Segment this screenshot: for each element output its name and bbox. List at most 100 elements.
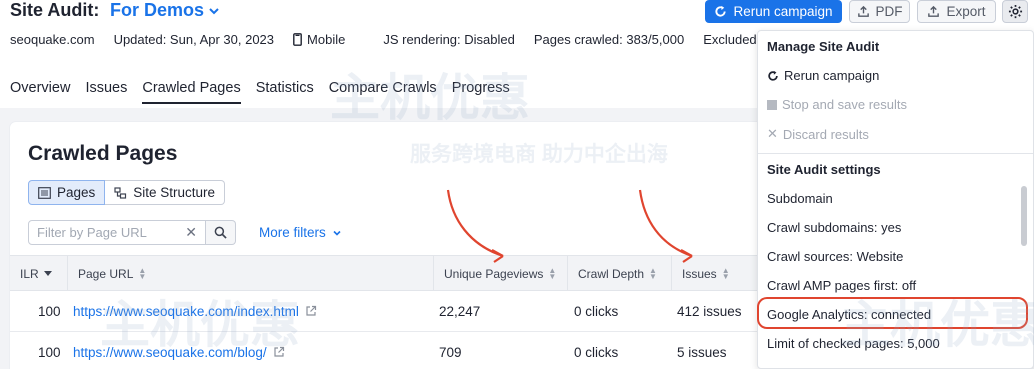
project-selector[interactable]: For Demos bbox=[110, 0, 220, 21]
meta-updated: Updated: Sun, Apr 30, 2023 bbox=[113, 32, 275, 47]
search-icon bbox=[214, 226, 227, 239]
view-toggle: Pages Site Structure bbox=[28, 180, 226, 205]
settings-button[interactable] bbox=[1002, 0, 1028, 23]
meta-domain: seoquake.com bbox=[10, 32, 95, 47]
column-depth-label: Crawl Depth bbox=[578, 266, 645, 281]
sort-icon: ▲ ▼ bbox=[548, 265, 557, 281]
meta-device-label: Mobile bbox=[307, 32, 346, 47]
pdf-label: PDF bbox=[875, 4, 903, 19]
column-issues[interactable]: Issues ▲ ▼ bbox=[671, 256, 770, 291]
close-icon: ✕ bbox=[767, 126, 778, 141]
panel-title: Crawled Pages bbox=[28, 142, 178, 165]
gear-icon bbox=[1008, 4, 1022, 19]
depth-cell: 0 clicks bbox=[574, 344, 619, 360]
tab-crawled-pages[interactable]: Crawled Pages bbox=[142, 80, 241, 104]
tab-compare-crawls[interactable]: Compare Crawls bbox=[329, 80, 437, 104]
menu-rerun-label: Rerun campaign bbox=[784, 68, 880, 83]
site-structure-button[interactable]: Site Structure bbox=[105, 180, 226, 205]
issues-cell[interactable]: 412 issues bbox=[667, 291, 742, 331]
rerun-label: Rerun campaign bbox=[733, 4, 833, 19]
meta-excluded[interactable]: Excluded bbox=[703, 32, 756, 47]
rerun-campaign-button[interactable]: Rerun campaign bbox=[705, 0, 842, 23]
more-filters-label: More filters bbox=[259, 225, 326, 240]
tab-progress[interactable]: Progress bbox=[452, 80, 510, 104]
external-link-icon[interactable] bbox=[305, 305, 317, 317]
meta-js: JS rendering: Disabled bbox=[383, 32, 515, 47]
pages-view-button[interactable]: Pages bbox=[28, 180, 106, 205]
menu-stop-label: Stop and save results bbox=[782, 97, 908, 112]
sort-icon: ▲ ▼ bbox=[721, 265, 730, 281]
column-ilr-label: ILR bbox=[20, 266, 39, 281]
ilr-cell: 100 bbox=[38, 303, 61, 319]
search-button[interactable] bbox=[206, 220, 236, 245]
mobile-icon bbox=[293, 33, 302, 46]
url-cell: https://www.seoquake.com/blog/ bbox=[63, 332, 285, 369]
menu-rerun-campaign[interactable]: Rerun campaign bbox=[767, 68, 879, 83]
more-filters-button[interactable]: More filters bbox=[259, 225, 342, 240]
upload-icon bbox=[857, 5, 869, 17]
pages-view-label: Pages bbox=[57, 185, 96, 200]
project-name: For Demos bbox=[110, 0, 205, 20]
pages-icon bbox=[38, 186, 51, 199]
url-filter-input[interactable]: Filter by Page URL ✕ bbox=[28, 220, 206, 245]
page-url-link[interactable]: https://www.seoquake.com/blog/ bbox=[73, 345, 267, 360]
menu-crawl-amp[interactable]: Crawl AMP pages first: off bbox=[767, 278, 916, 293]
tab-bar: Overview Issues Crawled Pages Statistics… bbox=[10, 80, 525, 104]
tab-issues[interactable]: Issues bbox=[85, 80, 127, 104]
clear-icon[interactable]: ✕ bbox=[185, 224, 197, 241]
sort-desc-icon bbox=[43, 270, 52, 276]
column-ilr[interactable]: ILR bbox=[10, 256, 67, 291]
meta-pages: Pages crawled: 383/5,000 bbox=[533, 32, 685, 47]
export-label: Export bbox=[946, 4, 986, 19]
menu-crawl-sources[interactable]: Crawl sources: Website bbox=[767, 249, 903, 264]
sort-icon: ▲ ▼ bbox=[138, 265, 147, 281]
dropdown-scrollbar[interactable] bbox=[1021, 186, 1027, 246]
table-row: 100 https://www.seoquake.com/blog/ 709 0… bbox=[10, 332, 770, 369]
sort-icon: ▲ ▼ bbox=[649, 265, 657, 281]
menu-divider bbox=[758, 153, 1033, 154]
column-pageviews-label: Unique Pageviews bbox=[444, 266, 544, 281]
tab-statistics[interactable]: Statistics bbox=[256, 80, 314, 104]
page-url-link[interactable]: https://www.seoquake.com/index.html bbox=[73, 304, 299, 319]
url-filter-placeholder: Filter by Page URL bbox=[37, 225, 147, 240]
pdf-button[interactable]: PDF bbox=[849, 0, 910, 23]
menu-discard[interactable]: ✕ Discard results bbox=[767, 126, 869, 142]
menu-crawl-subdomains[interactable]: Crawl subdomains: yes bbox=[767, 220, 901, 235]
manage-heading: Manage Site Audit bbox=[767, 39, 880, 54]
chevron-down-icon bbox=[333, 230, 341, 236]
annotation-highlight bbox=[757, 297, 1028, 329]
menu-discard-label: Discard results bbox=[782, 126, 869, 142]
chevron-down-icon bbox=[209, 7, 219, 14]
column-issues-label: Issues bbox=[682, 266, 717, 281]
pageviews-cell: 709 bbox=[439, 344, 462, 360]
refresh-icon bbox=[715, 5, 727, 17]
table-row: 100 https://www.seoquake.com/index.html … bbox=[10, 291, 770, 332]
depth-cell: 0 clicks bbox=[574, 303, 619, 319]
tab-overview[interactable]: Overview bbox=[10, 80, 70, 104]
audit-meta: seoquake.com Updated: Sun, Apr 30, 2023 … bbox=[10, 32, 776, 47]
menu-page-limit[interactable]: Limit of checked pages: 5,000 bbox=[767, 336, 940, 351]
upload-icon bbox=[928, 5, 940, 17]
page-title: Site Audit: bbox=[10, 0, 100, 20]
export-button[interactable]: Export bbox=[917, 0, 996, 23]
menu-stop-save[interactable]: Stop and save results bbox=[767, 97, 907, 112]
crawled-pages-panel: Crawled Pages Pages Site Structure Filte… bbox=[10, 122, 770, 369]
ilr-cell: 100 bbox=[38, 344, 61, 360]
stop-icon bbox=[767, 99, 777, 110]
refresh-icon bbox=[768, 70, 778, 81]
url-filter: Filter by Page URL ✕ bbox=[28, 220, 236, 245]
site-structure-label: Site Structure bbox=[133, 185, 216, 200]
settings-heading: Site Audit settings bbox=[767, 162, 881, 177]
column-crawl-depth[interactable]: Crawl Depth ▲ ▼ bbox=[567, 256, 671, 291]
issues-cell[interactable]: 5 issues bbox=[667, 332, 727, 369]
table-header: ILR Page URL ▲ ▼ Unique Pageviews ▲ ▼ Craw… bbox=[10, 255, 770, 291]
column-unique-pageviews[interactable]: Unique Pageviews ▲ ▼ bbox=[433, 256, 567, 291]
menu-subdomain[interactable]: Subdomain bbox=[767, 191, 833, 206]
structure-icon bbox=[114, 186, 127, 199]
url-cell: https://www.seoquake.com/index.html bbox=[63, 291, 317, 331]
pageviews-cell: 22,247 bbox=[439, 303, 481, 319]
column-page-url[interactable]: Page URL ▲ ▼ bbox=[67, 256, 433, 291]
meta-device: Mobile bbox=[293, 32, 364, 47]
external-link-icon[interactable] bbox=[273, 346, 285, 358]
column-page-url-label: Page URL bbox=[78, 266, 134, 281]
